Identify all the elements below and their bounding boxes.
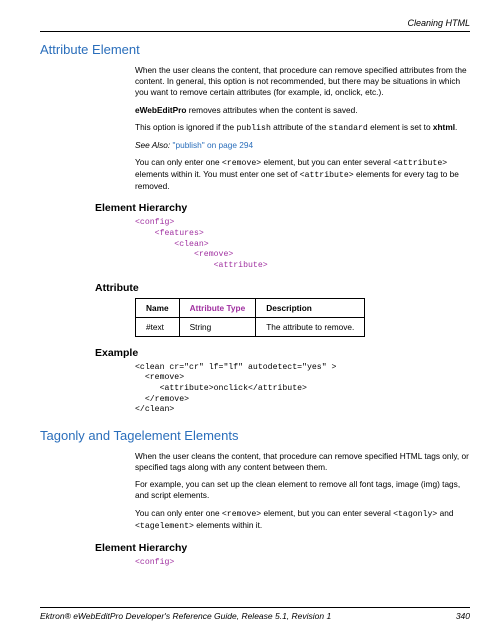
footer-title: Ektron® eWebEditPro Developer's Referenc… (40, 611, 331, 621)
col-description: Description (256, 298, 365, 317)
heading-attribute: Attribute (95, 282, 470, 294)
cell-name: #text (136, 317, 180, 336)
section-title-tagonly-tagelement: Tagonly and Tagelement Elements (40, 428, 470, 443)
section-title-attribute-element: Attribute Element (40, 42, 470, 57)
heading-element-hierarchy-2: Element Hierarchy (95, 542, 470, 554)
para: For example, you can set up the clean el… (135, 479, 470, 501)
attribute-table: Name Attribute Type Description #text St… (135, 298, 365, 337)
para: When the user cleans the content, that p… (135, 451, 470, 473)
para: This option is ignored if the publish at… (135, 122, 470, 134)
example-code: <clean cr="cr" lf="lf" autodetect="yes" … (135, 363, 470, 416)
table-row: Name Attribute Type Description (136, 298, 365, 317)
para: eWebEditPro removes attributes when the … (135, 105, 470, 116)
col-attribute-type: Attribute Type (179, 298, 256, 317)
table-row: #text String The attribute to remove. (136, 317, 365, 336)
cell-description: The attribute to remove. (256, 317, 365, 336)
cell-type: String (179, 317, 256, 336)
para: When the user cleans the content, that p… (135, 65, 470, 99)
hierarchy-code: <config> <features> <clean> <remove> <at… (135, 218, 470, 271)
col-name: Name (136, 298, 180, 317)
see-also: See Also: "publish" on page 294 (135, 140, 470, 151)
para: You can only enter one <remove> element,… (135, 157, 470, 192)
header-rule (40, 31, 470, 32)
hierarchy-code-2: <config> (135, 558, 470, 569)
heading-element-hierarchy: Element Hierarchy (95, 202, 470, 214)
para: You can only enter one <remove> element,… (135, 508, 470, 532)
heading-example: Example (95, 347, 470, 359)
page-number: 340 (456, 611, 470, 621)
page-footer: Ektron® eWebEditPro Developer's Referenc… (40, 607, 470, 621)
running-header: Cleaning HTML (40, 18, 470, 28)
